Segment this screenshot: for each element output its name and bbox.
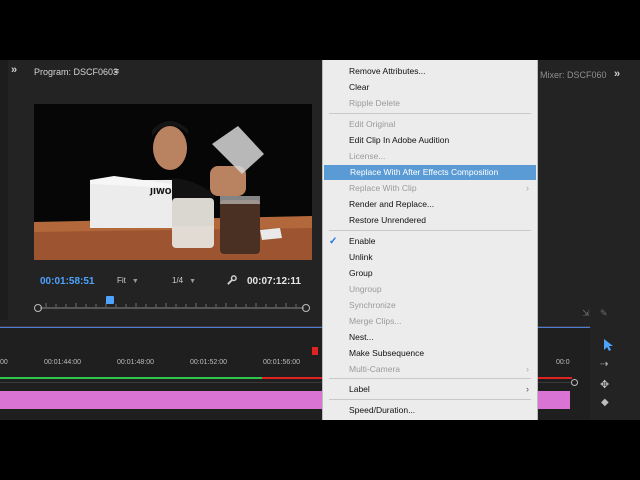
checkmark-icon: ✓	[329, 236, 338, 247]
export-frame-icon[interactable]: ⇲	[582, 308, 590, 319]
menu-separator	[329, 378, 531, 379]
menu-item-ungroup[interactable]: Ungroup	[323, 282, 537, 297]
video-clip[interactable]	[538, 391, 570, 409]
menu-item-edit-in-audition[interactable]: Edit Clip In Adobe Audition	[323, 133, 537, 148]
audio-mixer-title[interactable]: Mixer: DSCF060	[540, 70, 607, 80]
menu-separator	[329, 399, 531, 400]
menu-item-replace-with-ae-composition[interactable]: Replace With After Effects Composition	[324, 165, 536, 180]
duration-timecode: 00:07:12:11	[247, 276, 301, 287]
menu-item-replace-with-clip[interactable]: Replace With Clip ›	[323, 181, 537, 196]
zoom-level-value: Fit	[117, 276, 126, 285]
menu-item-license[interactable]: License...	[323, 149, 537, 164]
program-monitor-video[interactable]: JIWO	[34, 104, 312, 260]
clip-context-menu: Remove Attributes... Clear Ripple Delete…	[322, 60, 538, 420]
menu-item-label: Replace With Clip	[349, 183, 417, 193]
submenu-arrow-icon: ›	[526, 364, 529, 374]
menu-item-ripple-delete[interactable]: Ripple Delete	[323, 96, 537, 111]
left-panel-edge	[0, 60, 8, 320]
timeline-tick-label: 00:01:56:00	[263, 359, 300, 366]
letterbox-bottom	[0, 420, 640, 480]
selection-tool-icon[interactable]	[602, 338, 614, 357]
menu-item-merge-clips[interactable]: Merge Clips...	[323, 314, 537, 329]
menu-item-label: Multi-Camera	[349, 364, 401, 374]
menu-item-remove-attributes[interactable]: Remove Attributes...	[323, 64, 537, 79]
wrench-icon[interactable]	[226, 273, 237, 291]
program-monitor-title[interactable]: Program: DSCF0603	[34, 67, 118, 77]
render-bar-red	[262, 377, 322, 379]
submenu-arrow-icon: ›	[526, 384, 529, 394]
program-monitor-header: » Program: DSCF0603 ≡	[8, 60, 322, 82]
cup-holder-brand-text: JIWO	[149, 187, 172, 196]
out-point-handle[interactable]	[302, 304, 310, 312]
timeline-tick-label: 00:01:44:00	[44, 359, 81, 366]
render-bar-green	[0, 377, 262, 379]
menu-item-edit-original[interactable]: Edit Original	[323, 117, 537, 132]
menu-item-restore-unrendered[interactable]: Restore Unrendered	[323, 213, 537, 228]
resolution-value: 1/4	[172, 276, 184, 285]
video-frame-image: JIWO	[34, 104, 312, 260]
monitor-playhead[interactable]	[106, 296, 114, 304]
panel-overflow-chevron-icon[interactable]: »	[614, 68, 620, 80]
submenu-arrow-icon: ›	[526, 183, 529, 193]
menu-item-render-and-replace[interactable]: Render and Replace...	[323, 197, 537, 212]
panel-overflow-chevron-icon[interactable]: »	[11, 64, 17, 76]
menu-item-multi-camera[interactable]: Multi-Camera ›	[323, 362, 537, 377]
menu-separator	[329, 230, 531, 231]
panel-menu-icon[interactable]: ≡	[114, 66, 119, 76]
menu-item-group[interactable]: Group	[323, 266, 537, 281]
letterbox-top	[0, 0, 640, 60]
menu-item-label: Label	[349, 384, 370, 394]
panel-wrench-icon[interactable]: ✎	[600, 308, 608, 319]
premiere-window: » Program: DSCF0603 ≡ JIWO 00:01:58:51 F…	[0, 60, 640, 420]
monitor-time-ruler[interactable]	[36, 296, 308, 309]
video-clip[interactable]	[0, 391, 322, 409]
timeline-playhead[interactable]	[312, 347, 318, 355]
menu-item-speed-duration[interactable]: Speed/Duration...	[323, 403, 537, 418]
chevron-down-icon: ▼	[131, 278, 139, 285]
audio-mixer-header: Mixer: DSCF060 »	[538, 60, 640, 82]
timeline-tick-label: 00:0	[556, 359, 570, 366]
menu-item-nest[interactable]: Nest...	[323, 330, 537, 345]
menu-item-clear[interactable]: Clear	[323, 80, 537, 95]
in-point-handle[interactable]	[34, 304, 42, 312]
menu-item-unlink[interactable]: Unlink	[323, 250, 537, 265]
timeline-tick-label: 00:01:48:00	[117, 359, 154, 366]
timeline-tick-label: 00:01:52:00	[190, 359, 227, 366]
razor-tool-icon[interactable]: ◆	[601, 397, 609, 408]
render-bar-red	[538, 377, 572, 379]
scroll-handle[interactable]	[571, 379, 578, 386]
zoom-level-dropdown[interactable]: Fit ▼	[117, 276, 165, 285]
playback-resolution-dropdown[interactable]: 1/4 ▼	[172, 276, 218, 285]
current-timecode[interactable]: 00:01:58:51	[40, 276, 94, 287]
menu-item-label: Enable	[349, 236, 376, 246]
chevron-down-icon: ▼	[189, 278, 197, 285]
menu-separator	[329, 113, 531, 114]
timeline-tick-label: 00	[0, 359, 8, 366]
ripple-edit-tool-icon[interactable]: ✥	[600, 378, 609, 391]
menu-item-make-subsequence[interactable]: Make Subsequence	[323, 346, 537, 361]
tools-panel: ⇢ ✥ ◆	[590, 326, 640, 420]
menu-item-label-submenu[interactable]: Label ›	[323, 382, 537, 397]
menu-item-enable[interactable]: ✓ Enable	[323, 234, 537, 249]
track-select-tool-icon[interactable]: ⇢	[600, 359, 608, 370]
menu-item-synchronize[interactable]: Synchronize	[323, 298, 537, 313]
